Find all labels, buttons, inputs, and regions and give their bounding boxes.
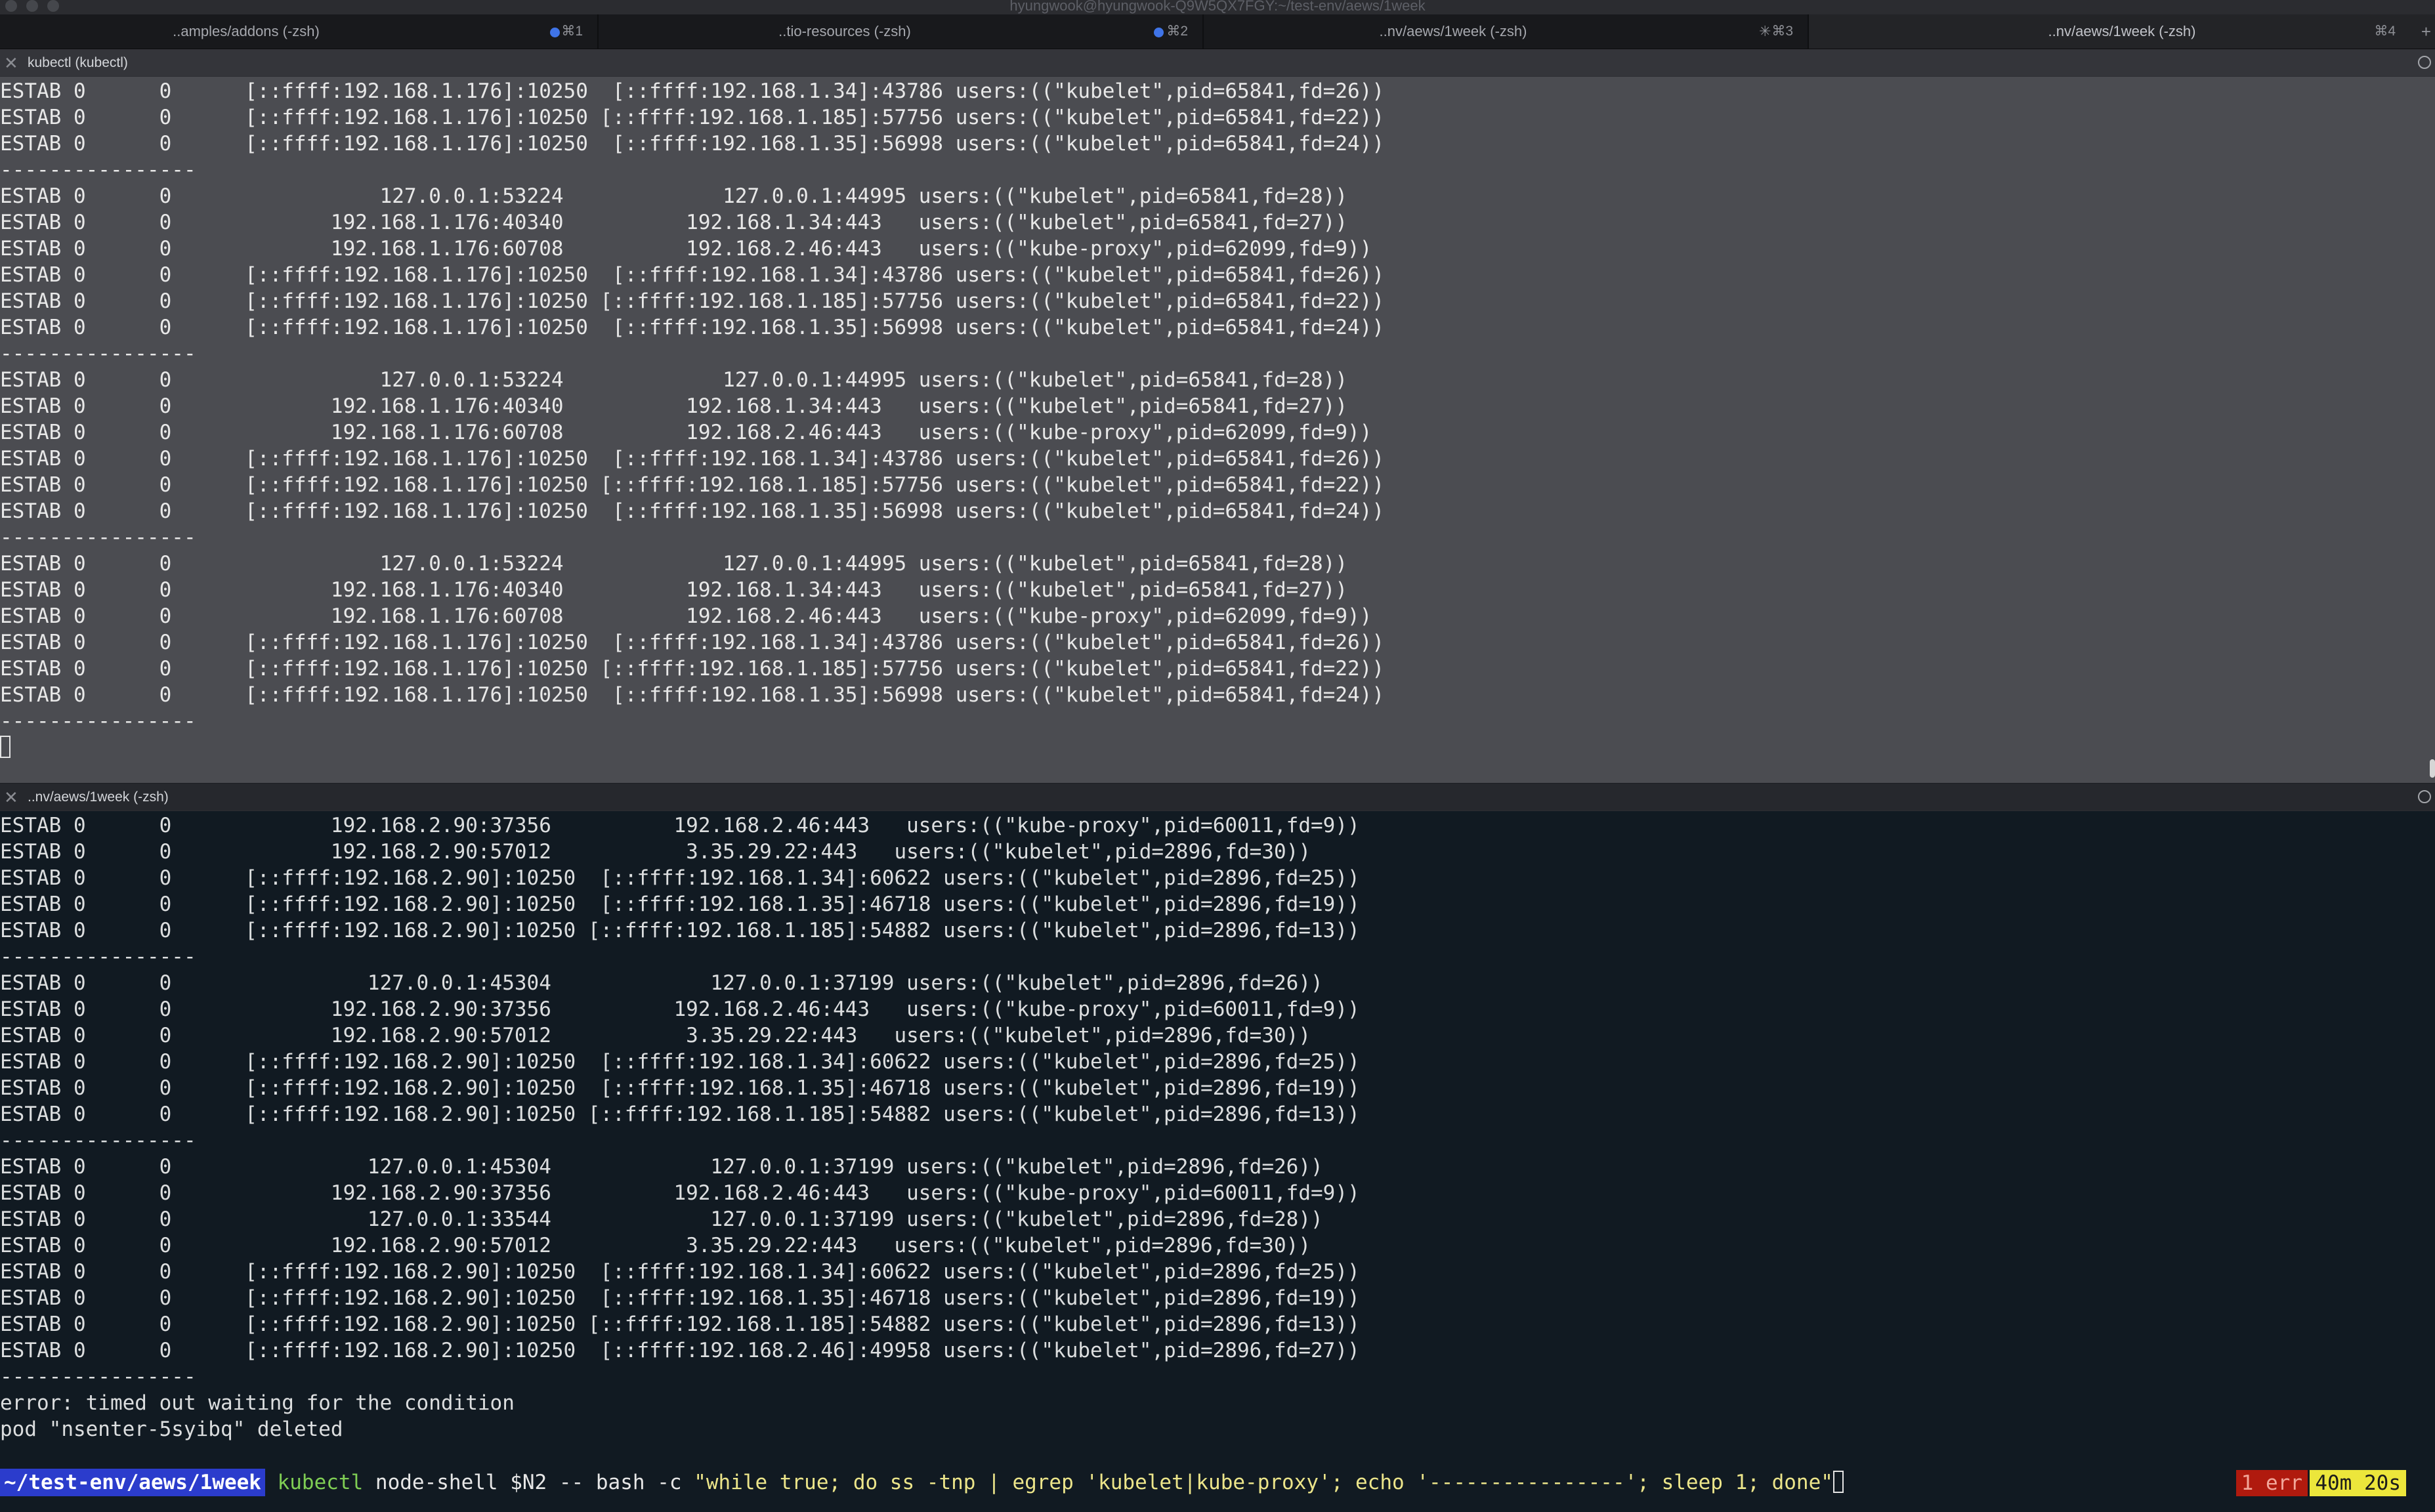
terminal-line: ESTAB 0 0 192.168.2.90:57012 3.35.29.22:… [0, 1234, 1311, 1257]
activity-dot-icon [1154, 28, 1164, 37]
tab-1-label: ..amples/addons (-zsh) [173, 23, 320, 39]
tab-3-shortcut: ⌘3 [1771, 24, 1793, 39]
terminal-line: ESTAB 0 0 [::ffff:192.168.2.90]:10250 [:… [0, 919, 1360, 942]
prompt-string: "while true; do ss -tnp | egrep 'kubelet… [694, 1471, 1833, 1494]
terminal-line: ---------------- [0, 1365, 196, 1389]
terminal-line: error: timed out waiting for the conditi… [0, 1391, 515, 1415]
terminal-line: ESTAB 0 0 [::ffff:192.168.1.176]:10250 [… [0, 657, 1384, 681]
terminal-line: ESTAB 0 0 [::ffff:192.168.1.176]:10250 [… [0, 132, 1384, 156]
terminal-line: ESTAB 0 0 [::ffff:192.168.1.176]:10250 [… [0, 289, 1384, 313]
prompt-directory: ~/test-env/aews/1week [0, 1469, 265, 1496]
cursor [1832, 1471, 1844, 1493]
terminal-line: ESTAB 0 0 127.0.0.1:53224 127.0.0.1:4499… [0, 552, 1347, 576]
terminal-line: ESTAB 0 0 [::ffff:192.168.2.90]:10250 [:… [0, 1050, 1360, 1074]
pane-1-output: ESTAB 0 0 [::ffff:192.168.1.176]:10250 [… [0, 78, 1384, 761]
pane-1-header: ✕ kubectl (kubectl) [0, 49, 2435, 77]
terminal-line: ---------------- [0, 709, 196, 733]
tab-2[interactable]: ..tio-resources (-zsh) ⌘2 [599, 14, 1204, 49]
terminal-line: ESTAB 0 0 192.168.2.90:37356 192.168.2.4… [0, 814, 1360, 837]
terminal-line: ESTAB 0 0 [::ffff:192.168.2.90]:10250 [:… [0, 1102, 1360, 1126]
command-prompt[interactable]: ~/test-env/aews/1week kubectl node-shell… [0, 1469, 2435, 1496]
close-window-button[interactable] [5, 0, 17, 12]
terminal-line: pod "nsenter-5syibq" deleted [0, 1418, 343, 1441]
window-titlebar: hyungwook@hyungwook-Q9W5QX7FGY:~/test-en… [0, 0, 2435, 14]
terminal-line: ---------------- [0, 526, 196, 549]
terminal-line: ESTAB 0 0 192.168.1.176:40340 192.168.1.… [0, 578, 1347, 602]
window-title: hyungwook@hyungwook-Q9W5QX7FGY:~/test-en… [1009, 0, 1426, 14]
terminal-line: ESTAB 0 0 192.168.2.90:57012 3.35.29.22:… [0, 1024, 1311, 1047]
terminal-line: ESTAB 0 0 [::ffff:192.168.1.176]:10250 [… [0, 631, 1384, 654]
terminal-line: ESTAB 0 0 192.168.1.176:60708 192.168.2.… [0, 237, 1372, 261]
terminal-line: ESTAB 0 0 192.168.2.90:57012 3.35.29.22:… [0, 840, 1311, 864]
terminal-line: ESTAB 0 0 [::ffff:192.168.2.90]:10250 [:… [0, 1286, 1360, 1310]
tab-4-label: ..nv/aews/1week (-zsh) [2048, 23, 2196, 39]
terminal-line: ESTAB 0 0 [::ffff:192.168.1.176]:10250 [… [0, 473, 1384, 497]
terminal-line: ESTAB 0 0 [::ffff:192.168.1.176]:10250 [… [0, 106, 1384, 129]
terminal-line: ESTAB 0 0 [::ffff:192.168.2.90]:10250 [:… [0, 1312, 1360, 1336]
terminal-line: ESTAB 0 0 127.0.0.1:45304 127.0.0.1:3719… [0, 1155, 1323, 1179]
terminal-line: ESTAB 0 0 127.0.0.1:53224 127.0.0.1:4499… [0, 184, 1347, 208]
close-icon[interactable]: ✕ [4, 49, 18, 77]
terminal-line: ESTAB 0 0 [::ffff:192.168.2.90]:10250 [:… [0, 1260, 1360, 1284]
terminal-line: ESTAB 0 0 192.168.2.90:37356 192.168.2.4… [0, 1181, 1360, 1205]
spinner-icon: ✳ [1759, 23, 1771, 39]
terminal-line: ESTAB 0 0 [::ffff:192.168.1.176]:10250 [… [0, 447, 1384, 471]
terminal-line: ESTAB 0 0 192.168.1.176:60708 192.168.2.… [0, 604, 1372, 628]
terminal-pane-2[interactable]: ESTAB 0 0 192.168.2.90:37356 192.168.2.4… [0, 811, 2435, 1512]
pane-2-header: ✕ ..nv/aews/1week (-zsh) [0, 784, 2435, 811]
zoom-window-button[interactable] [47, 0, 59, 12]
terminal-line: ---------------- [0, 1129, 196, 1152]
error-count-badge: 1 err [2235, 1470, 2308, 1496]
minimize-window-button[interactable] [26, 0, 38, 12]
terminal-line: ESTAB 0 0 192.168.2.90:37356 192.168.2.4… [0, 998, 1360, 1021]
terminal-line: ESTAB 0 0 127.0.0.1:53224 127.0.0.1:4499… [0, 368, 1347, 392]
pane-2-title: ..nv/aews/1week (-zsh) [28, 789, 169, 805]
tab-4-shortcut: ⌘4 [2374, 24, 2396, 39]
terminal-line: ESTAB 0 0 [::ffff:192.168.2.90]:10250 [:… [0, 892, 1360, 916]
terminal-line: ESTAB 0 0 [::ffff:192.168.1.176]:10250 [… [0, 263, 1384, 287]
terminal-line: ESTAB 0 0 [::ffff:192.168.1.176]:10250 [… [0, 79, 1384, 103]
tab-1-shortcut: ⌘1 [561, 24, 583, 39]
terminal-line: ESTAB 0 0 [::ffff:192.168.2.90]:10250 [:… [0, 1076, 1360, 1100]
new-tab-icon[interactable]: + [2421, 14, 2431, 49]
tab-3-label: ..nv/aews/1week (-zsh) [1379, 23, 1527, 39]
prompt-args: node-shell $N2 -- bash -c [363, 1471, 694, 1494]
activity-dot-icon [550, 28, 560, 37]
close-icon[interactable]: ✕ [4, 784, 18, 811]
terminal-line: ESTAB 0 0 192.168.1.176:40340 192.168.1.… [0, 211, 1347, 234]
terminal-line: ESTAB 0 0 [::ffff:192.168.1.176]:10250 [… [0, 683, 1384, 707]
pane-1-scrollbar[interactable] [2430, 759, 2435, 778]
terminal-line: ESTAB 0 0 127.0.0.1:33544 127.0.0.1:3719… [0, 1208, 1323, 1231]
terminal-line: ESTAB 0 0 127.0.0.1:45304 127.0.0.1:3719… [0, 971, 1323, 995]
terminal-line: ESTAB 0 0 192.168.1.176:40340 192.168.1.… [0, 394, 1347, 418]
tab-4[interactable]: ..nv/aews/1week (-zsh) ⌘4 + [1809, 14, 2435, 49]
terminal-line: ESTAB 0 0 [::ffff:192.168.1.176]:10250 [… [0, 499, 1384, 523]
terminal-line: ESTAB 0 0 [::ffff:192.168.1.176]:10250 [… [0, 316, 1384, 339]
terminal-line: ESTAB 0 0 192.168.1.176:60708 192.168.2.… [0, 421, 1372, 444]
terminal-pane-1[interactable]: ESTAB 0 0 [::ffff:192.168.1.176]:10250 [… [0, 77, 2435, 783]
tab-2-shortcut: ⌘2 [1166, 24, 1188, 39]
prompt-command: kubectl [277, 1471, 364, 1494]
menu-circle-icon[interactable] [2418, 56, 2431, 69]
terminal-line: ---------------- [0, 158, 196, 182]
pane-1-title: kubectl (kubectl) [28, 55, 128, 70]
tab-bar: ..amples/addons (-zsh) ⌘1 ..tio-resource… [0, 14, 2435, 49]
tab-1[interactable]: ..amples/addons (-zsh) ⌘1 [0, 14, 599, 49]
menu-circle-icon[interactable] [2418, 790, 2431, 803]
terminal-line: ---------------- [0, 945, 196, 969]
elapsed-time-badge: 40m 20s [2310, 1470, 2406, 1496]
tab-3[interactable]: ..nv/aews/1week (-zsh) ✳ ⌘3 [1204, 14, 1809, 49]
terminal-line: ESTAB 0 0 [::ffff:192.168.2.90]:10250 [:… [0, 1339, 1360, 1362]
tab-2-label: ..tio-resources (-zsh) [778, 23, 911, 39]
terminal-line: ---------------- [0, 342, 196, 366]
terminal-line: ESTAB 0 0 [::ffff:192.168.2.90]:10250 [:… [0, 866, 1360, 890]
pane-2-output: ESTAB 0 0 192.168.2.90:37356 192.168.2.4… [0, 812, 1360, 1442]
cursor [0, 736, 11, 758]
